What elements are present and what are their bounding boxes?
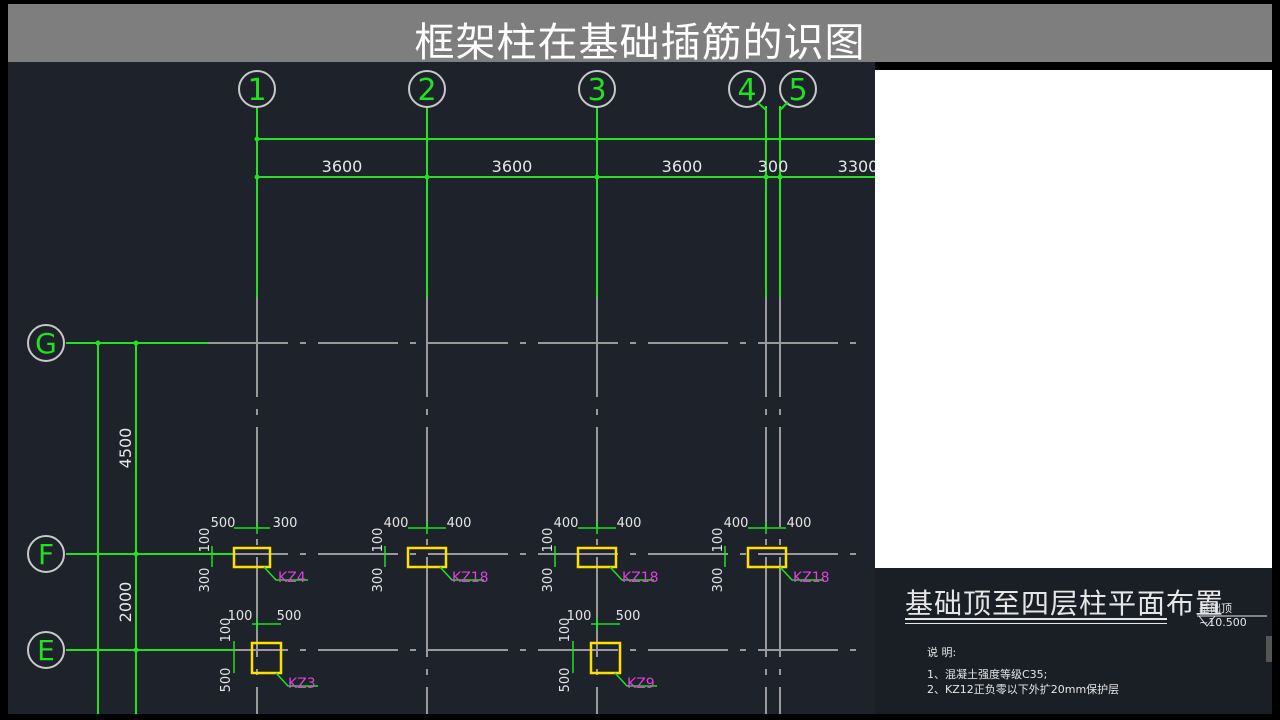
horizontal-gridlines <box>208 342 868 651</box>
video-title: 框架柱在基础插筋的识图 <box>414 20 866 66</box>
svg-text:400: 400 <box>787 516 812 531</box>
svg-text:400: 400 <box>384 516 409 531</box>
axis-lines-top <box>256 106 875 297</box>
axis-bubble-E[interactable]: E <box>27 631 65 669</box>
dim-top-3: 3600 <box>662 157 703 176</box>
svg-text:400: 400 <box>724 516 749 531</box>
note-line-1: 1、混凝土强度等级C35; <box>927 668 1048 681</box>
dim-top-4: 300 <box>758 157 789 176</box>
svg-text:4: 4 <box>737 73 756 108</box>
svg-text:300: 300 <box>371 568 386 593</box>
axis-bubble-G[interactable]: G <box>27 324 65 362</box>
top-dimensions: 3600 3600 3600 300 3300 <box>322 157 875 176</box>
svg-text:E: E <box>37 634 55 667</box>
svg-text:100: 100 <box>198 528 213 553</box>
bubble-connectors <box>756 101 789 117</box>
svg-text:KZ18: KZ18 <box>622 570 659 586</box>
axis-bubble-2[interactable]: 2 <box>408 70 446 108</box>
svg-text:KZ3: KZ3 <box>288 676 316 692</box>
title-underline-thin <box>905 623 1167 624</box>
svg-text:500: 500 <box>219 668 234 693</box>
dim-left-2: 2000 <box>116 582 135 623</box>
dim-left-1: 4500 <box>116 428 135 469</box>
dim-top-2: 3600 <box>492 157 533 176</box>
video-overlay-panel <box>875 70 1272 568</box>
note-line-2: 2、KZ12正负零以下外扩20mm保护层 <box>927 683 1120 696</box>
svg-text:500: 500 <box>277 609 302 624</box>
svg-text:KZ18: KZ18 <box>452 570 489 586</box>
elevation-marker-icon <box>1197 615 1267 627</box>
title-bar: 框架柱在基础插筋的识图 <box>8 4 1272 66</box>
svg-text:5: 5 <box>788 73 807 108</box>
axis-bubble-3[interactable]: 3 <box>578 70 616 108</box>
vertical-gridlines <box>256 297 781 714</box>
svg-text:300: 300 <box>541 568 556 593</box>
cad-drawing: 1 2 3 4 5 G F E 3600 3600 3600 300 3300 … <box>27 70 875 714</box>
svg-text:2: 2 <box>417 73 436 108</box>
svg-text:500: 500 <box>558 668 573 693</box>
svg-text:100: 100 <box>558 618 573 643</box>
svg-text:400: 400 <box>447 516 472 531</box>
svg-text:100: 100 <box>219 618 234 643</box>
axis-bubble-5[interactable]: 5 <box>779 70 817 108</box>
svg-text:300: 300 <box>198 568 213 593</box>
axis-bubble-1[interactable]: 1 <box>238 70 276 108</box>
dim-top-5: 3300 <box>838 157 875 176</box>
svg-text:G: G <box>35 327 57 360</box>
cad-drawing-canvas[interactable]: 1 2 3 4 5 G F E 3600 3600 3600 300 3300 … <box>8 62 875 714</box>
svg-text:500: 500 <box>211 516 236 531</box>
svg-text:500: 500 <box>616 609 641 624</box>
svg-text:300: 300 <box>711 568 726 593</box>
svg-text:100: 100 <box>371 528 386 553</box>
axis-bubble-F[interactable]: F <box>27 535 65 573</box>
drawing-legend: 基础顶至四层柱平面布置 基础顶~10.500 说 明: 1、混凝土强度等级C35… <box>875 568 1272 714</box>
svg-text:400: 400 <box>617 516 642 531</box>
svg-text:100: 100 <box>541 528 556 553</box>
svg-text:300: 300 <box>273 516 298 531</box>
svg-text:KZ9: KZ9 <box>627 676 655 692</box>
drawing-title: 基础顶至四层柱平面布置 <box>905 587 1225 620</box>
svg-text:3: 3 <box>587 73 606 108</box>
scrollbar[interactable] <box>1266 636 1272 662</box>
svg-text:KZ18: KZ18 <box>793 570 830 586</box>
title-underline <box>905 618 1167 620</box>
svg-text:F: F <box>38 538 54 571</box>
svg-text:KZ4: KZ4 <box>278 570 306 586</box>
left-dimensions: 4500 2000 <box>116 428 135 623</box>
axis-bubble-4[interactable]: 4 <box>728 70 766 108</box>
dim-top-1: 3600 <box>322 157 363 176</box>
svg-text:100: 100 <box>711 528 726 553</box>
svg-text:400: 400 <box>554 516 579 531</box>
notes-title: 说 明: <box>927 646 957 659</box>
svg-text:1: 1 <box>247 73 266 108</box>
